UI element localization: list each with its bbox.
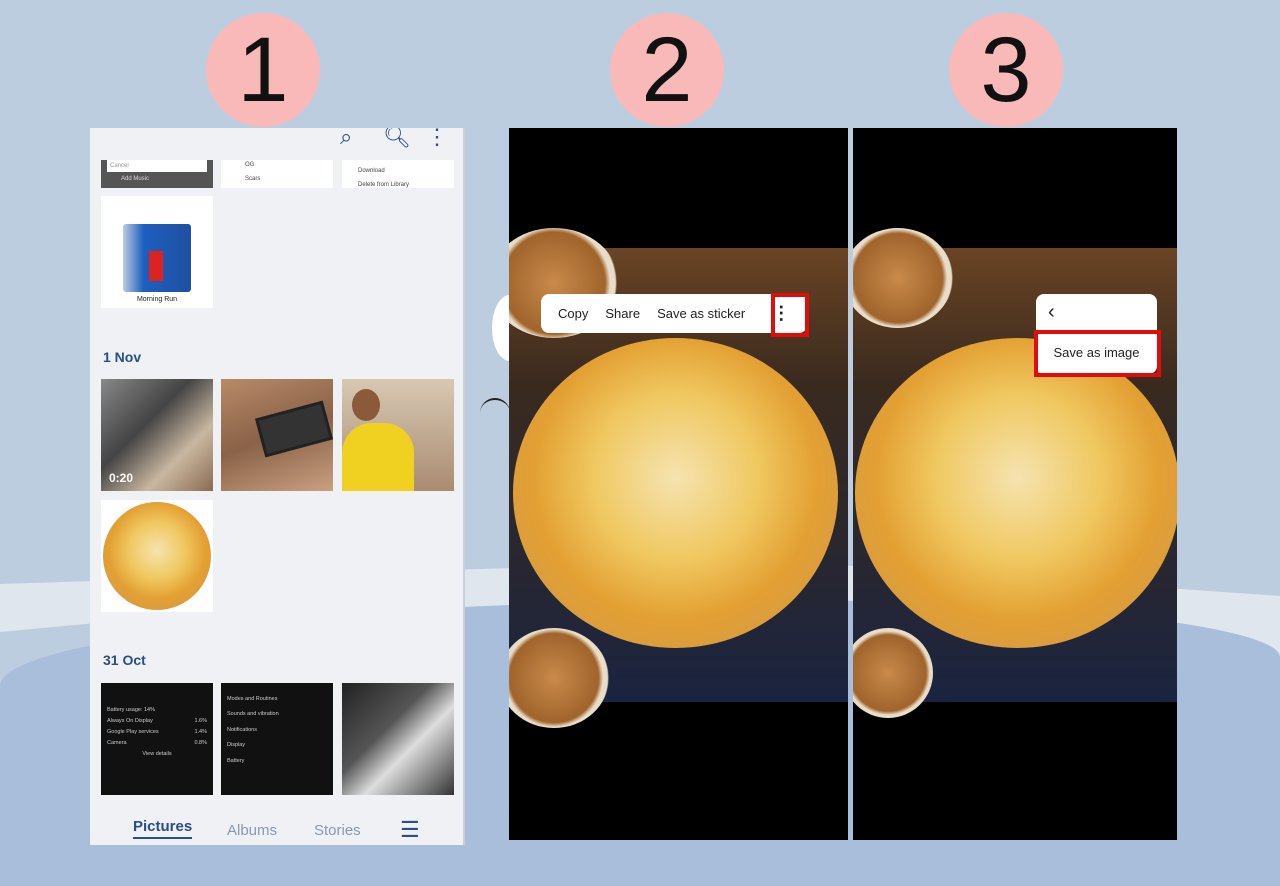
tab-albums[interactable]: Albums <box>227 822 277 839</box>
pizza-thumbnail[interactable] <box>101 500 213 612</box>
photo-thumbnail[interactable] <box>342 683 454 795</box>
tab-stories[interactable]: Stories <box>314 822 361 839</box>
search-icon[interactable]: 🔍︎ <box>383 128 411 150</box>
more-icon[interactable]: ⋮ <box>426 128 448 150</box>
chevron-left-icon[interactable]: ‹ <box>1048 301 1055 324</box>
step-number-1: 1 <box>206 13 320 127</box>
copy-button[interactable]: Copy <box>558 306 588 321</box>
step-number-2: 2 <box>610 13 724 127</box>
video-duration: 0:20 <box>109 471 134 485</box>
thumb-morning-run[interactable]: Morning Run <box>101 196 213 308</box>
step-number-3: 3 <box>949 13 1063 127</box>
thumb-songs[interactable]: OG Scars <box>221 160 333 188</box>
thumb-music[interactable]: Cancel Add Music <box>101 160 213 188</box>
photo-viewer-step3: ‹ Save as image <box>853 128 1177 840</box>
photo-thumbnail[interactable] <box>221 379 333 491</box>
context-menu: Copy Share Save as sticker ⋮ <box>541 294 807 333</box>
video-thumbnail[interactable]: 0:20 <box>101 379 213 491</box>
settings-screenshot-thumbnail[interactable]: Modes and Routines Sounds and vibration … <box>221 683 333 795</box>
context-menu: ‹ <box>1036 294 1157 330</box>
battery-screenshot-thumbnail[interactable]: Battery usage: 14% Always On Display 1.6%… <box>101 683 213 795</box>
highlight-box <box>771 293 809 337</box>
hamburger-menu-icon[interactable]: ☰ <box>400 817 420 843</box>
photo-thumbnail[interactable] <box>342 379 454 491</box>
section-date: 31 Oct <box>103 652 146 668</box>
photo-viewer-step2: Copy Share Save as sticker ⋮ <box>509 128 848 840</box>
section-date: 1 Nov <box>103 349 142 365</box>
save-as-sticker-button[interactable]: Save as sticker <box>657 306 745 321</box>
share-button[interactable]: Share <box>605 306 640 321</box>
tab-pictures[interactable]: Pictures <box>133 818 193 839</box>
sticker-search-icon[interactable]: ⌕ <box>340 128 352 150</box>
highlight-box <box>1034 330 1161 377</box>
gallery-screen: ⌕ 🔍︎ ⋮ Cancel Add Music OG Scars Downloa… <box>90 128 465 845</box>
arc-decoration <box>480 398 510 428</box>
thumb-menu[interactable]: Download Delete from Library <box>342 160 454 188</box>
